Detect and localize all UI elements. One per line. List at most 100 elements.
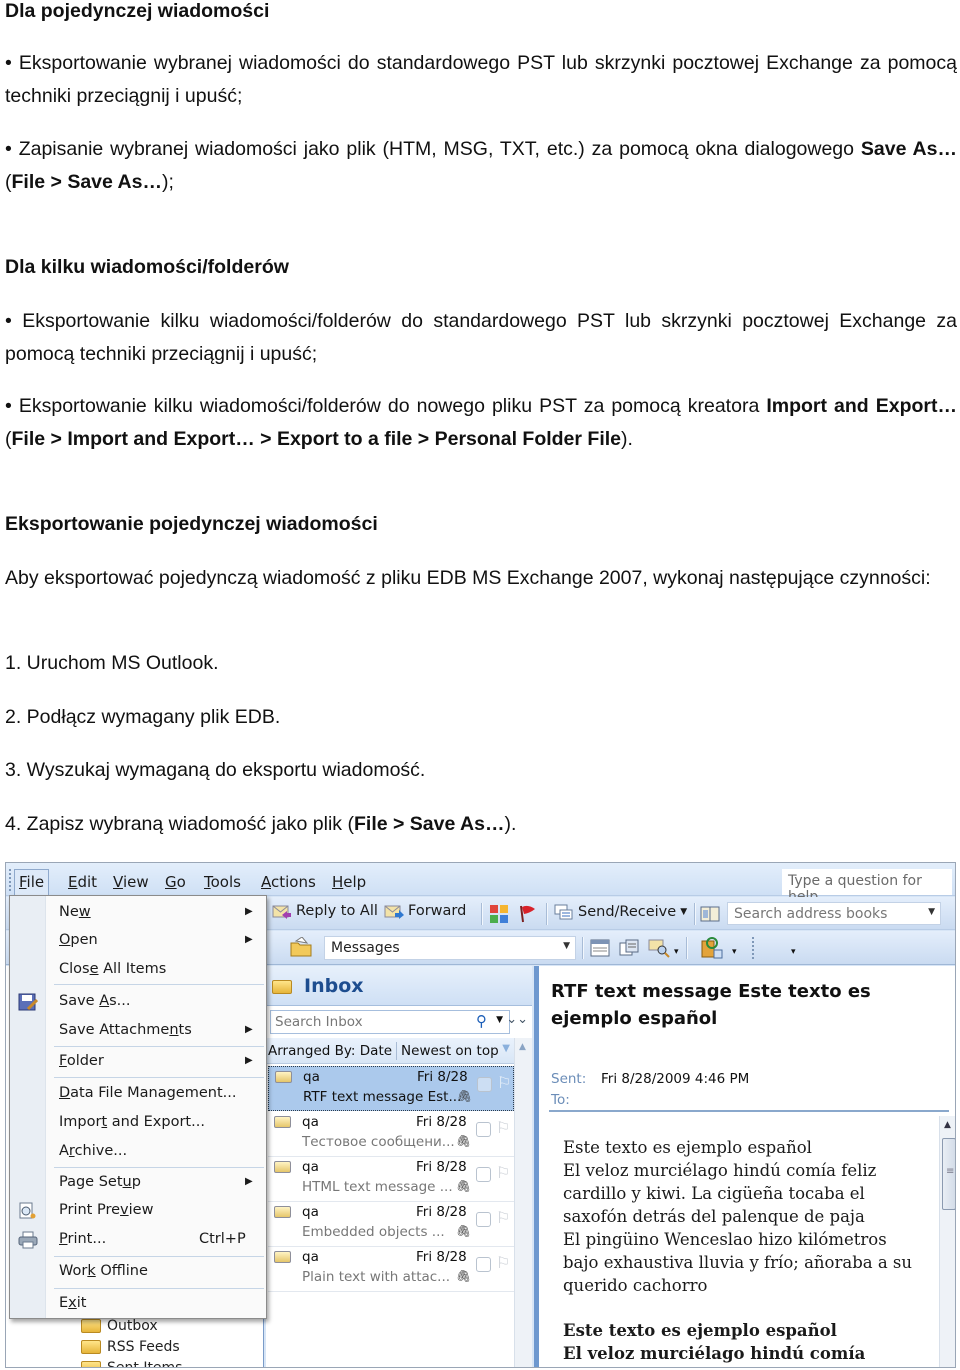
attachment-icon: 🖇	[456, 1224, 472, 1238]
menu-item-work-offline[interactable]: Work Offline	[59, 1263, 259, 1289]
category-box[interactable]	[476, 1122, 491, 1137]
message-row[interactable]: qa Fri 8/28 Embedded objects ... 🖇 ⚐	[268, 1202, 514, 1247]
menu-item-print[interactable]: Print... Ctrl+P	[59, 1231, 259, 1257]
menu-file[interactable]: File	[14, 869, 50, 895]
menu-item-folder[interactable]: Folder ▶	[59, 1053, 259, 1079]
inbox-header: Inbox	[266, 966, 532, 1006]
folder-up-icon[interactable]	[290, 936, 312, 957]
bullet-drag-drop-single: • Eksportowanie wybranej wiadomości do s…	[5, 52, 957, 107]
scroll-up-icon[interactable]: ▲	[519, 1042, 526, 1052]
category-box[interactable]	[477, 1077, 492, 1092]
autopreview-icon[interactable]	[619, 939, 639, 957]
flag-icon[interactable]: ⚐	[496, 1163, 510, 1182]
reading-pane-scrollbar[interactable]: ▲ ≡	[939, 1116, 955, 1367]
menu-separator	[54, 1167, 264, 1168]
sort-order[interactable]: Newest on top	[401, 1043, 499, 1059]
category-box[interactable]	[476, 1212, 491, 1227]
folder-icon	[81, 1319, 101, 1333]
message-row[interactable]: qa Fri 8/28 RTF text message Est... 🖇 ⚐	[268, 1066, 514, 1111]
submenu-arrow-icon: ▶	[245, 1055, 253, 1066]
menu-edit[interactable]: Edit	[68, 873, 97, 891]
folder-icon	[272, 980, 292, 994]
folder-icon	[81, 1361, 101, 1367]
menu-item-open[interactable]: Open ▶	[59, 932, 259, 958]
bullet-import-export: • Eksportowanie kilku wiadomości/folderó…	[5, 395, 957, 450]
toolbar-options-icon[interactable]: ▾	[791, 947, 796, 957]
attachment-icon: 🖇	[456, 1179, 472, 1193]
category-box[interactable]	[476, 1257, 491, 1272]
step-1: 1. Uruchom MS Outlook.	[5, 652, 219, 674]
flag-icon[interactable]: ⚐	[497, 1073, 511, 1092]
message-list-scrollbar[interactable]: ▲	[514, 1038, 532, 1367]
menu-item-data-file-management[interactable]: Data File Management...	[59, 1085, 259, 1111]
folder-sent-items[interactable]: Sent Items	[81, 1360, 182, 1367]
menu-go[interactable]: Go	[165, 873, 186, 891]
arrange-by-header[interactable]: Arranged By: Date Newest on top ▼	[266, 1038, 514, 1064]
scrollbar-thumb[interactable]: ≡	[942, 1138, 955, 1210]
chevron-down-icon[interactable]: ▼	[563, 941, 570, 951]
chevron-down-icon[interactable]: ▼	[496, 1015, 503, 1025]
menu-view[interactable]: View	[113, 873, 149, 891]
current-view-select[interactable]: Messages ▼	[324, 936, 576, 960]
toolbar-options-icon[interactable]: ▾	[674, 947, 679, 957]
attachment-icon: 🖇	[456, 1134, 472, 1148]
reading-pane-icon[interactable]	[590, 939, 610, 957]
find-message-icon[interactable]	[648, 938, 670, 958]
message-row[interactable]: qa Fri 8/28 Plain text with attac... 🖇 ⚐	[268, 1247, 514, 1292]
flag-icon[interactable]: ⚐	[496, 1253, 510, 1272]
menu-tools[interactable]: Tools	[204, 873, 241, 891]
scroll-up-icon[interactable]: ▲	[944, 1120, 951, 1130]
menu-actions[interactable]: Actions	[261, 873, 316, 891]
toolbar-grip[interactable]	[752, 937, 755, 959]
arranged-by-date[interactable]: Arranged By: Date	[268, 1043, 392, 1059]
menu-separator	[54, 1256, 264, 1257]
menu-item-archive[interactable]: Archive...	[59, 1143, 259, 1169]
envelope-icon	[274, 1116, 291, 1128]
address-book-icon[interactable]	[700, 905, 720, 923]
flag-icon[interactable]: ⚐	[496, 1118, 510, 1137]
flag-icon[interactable]: ⚐	[496, 1208, 510, 1227]
menu-item-page-setup[interactable]: Page Setup ▶	[59, 1174, 259, 1200]
menu-item-new[interactable]: New ▶	[59, 904, 259, 930]
menu-bar: File Edit View Go Tools Actions Help Typ…	[6, 863, 955, 905]
folder-rss-feeds[interactable]: RSS Feeds	[81, 1339, 180, 1355]
menu-help[interactable]: Help	[332, 873, 366, 891]
envelope-icon	[274, 1251, 291, 1263]
submenu-arrow-icon: ▶	[245, 906, 253, 917]
menu-item-print-preview[interactable]: Print Preview	[59, 1202, 259, 1228]
send-receive-icon	[554, 903, 574, 921]
menu-item-save-attachments[interactable]: Save Attachments ▶	[59, 1022, 259, 1048]
search-icon[interactable]: ⚲	[476, 1012, 487, 1030]
category-box[interactable]	[476, 1167, 491, 1182]
chevron-down-icon[interactable]: ▼	[928, 907, 935, 917]
file-menu-dropdown: New ▶ Open ▶ Close All Items Save As... Sa…	[9, 895, 267, 1319]
save-as-icon	[18, 993, 39, 1011]
heading-export-single: Eksportowanie pojedynczej wiadomości	[5, 513, 378, 535]
step-4: 4. Zapisz wybraną wiadomość jako plik (F…	[5, 813, 517, 835]
menu-item-exit[interactable]: Exit	[59, 1295, 259, 1321]
expand-query-builder-icon[interactable]: ⌄⌄	[506, 1012, 528, 1027]
forward-button[interactable]: Forward	[384, 903, 466, 919]
toolbar-separator	[546, 903, 547, 925]
address-book-search-input[interactable]: Search address books ▼	[727, 902, 941, 925]
message-row[interactable]: qa Fri 8/28 Тестовое сообщени... 🖇 ⚐	[268, 1112, 514, 1157]
message-subject: RTF text message Este texto es ejemplo e…	[551, 981, 871, 1029]
chevron-down-icon[interactable]: ▼	[680, 907, 687, 917]
envelope-icon	[274, 1161, 291, 1173]
menu-item-import-and-export[interactable]: Import and Export...	[59, 1114, 259, 1140]
help-search-input[interactable]: Type a question for help	[782, 869, 952, 905]
search-inbox-input[interactable]: Search Inbox ⚲ ▼	[270, 1010, 510, 1034]
mailbox-cleanup-icon[interactable]	[700, 937, 724, 959]
toolbar-options-icon[interactable]: ▾	[732, 947, 737, 957]
categorize-icon[interactable]	[490, 905, 508, 923]
step-3: 3. Wyszukaj wymaganą do eksportu wiadomo…	[5, 759, 426, 781]
intro-paragraph: Aby eksportować pojedynczą wiadomość z p…	[5, 567, 931, 589]
reply-all-button[interactable]: Reply to All	[272, 903, 378, 919]
toolbar-grip[interactable]	[9, 869, 12, 891]
menu-item-save-as[interactable]: Save As...	[59, 993, 259, 1019]
header-divider	[549, 1110, 949, 1112]
send-receive-button[interactable]: Send/Receive ▼	[554, 903, 687, 921]
message-row[interactable]: qa Fri 8/28 HTML text message ... 🖇 ⚐	[268, 1157, 514, 1202]
follow-up-flag-icon[interactable]	[518, 904, 538, 924]
reading-pane: RTF text message Este texto es ejemplo e…	[534, 966, 955, 1367]
